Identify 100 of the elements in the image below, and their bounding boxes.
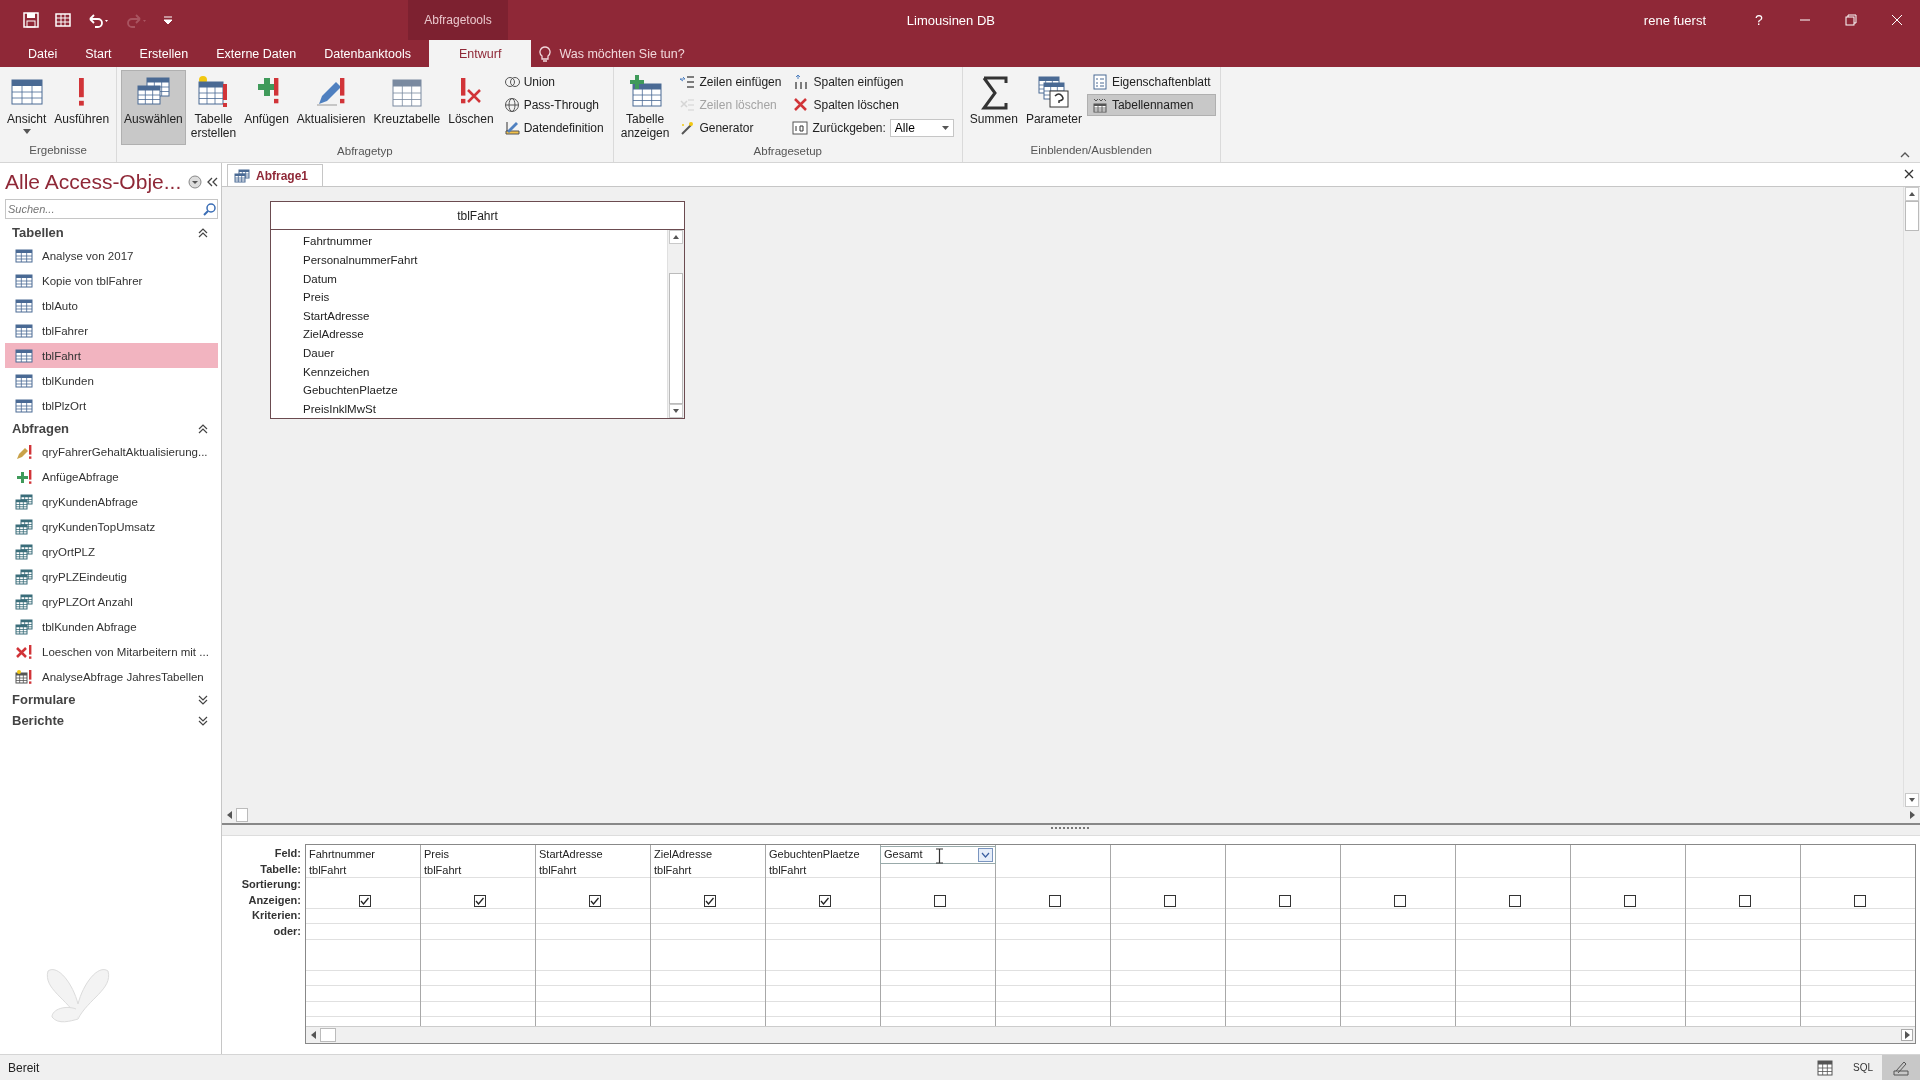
checkbox[interactable] [933,895,946,908]
nav-item[interactable]: AnalyseAbfrage JahresTabellen [5,664,218,689]
close-icon[interactable] [1904,169,1914,179]
table-icon [15,297,33,314]
checkbox[interactable] [1508,895,1521,908]
ribbon-button[interactable]: Eigenschaftenblatt [1086,71,1216,93]
scrollbar[interactable] [1903,187,1920,807]
ribbon-button[interactable]: Datendefinition [498,117,609,139]
tell-me-field[interactable]: Was möchten Sie tun? [557,45,722,62]
undo-icon[interactable] [86,11,110,29]
ribbon-tab[interactable]: Start [71,40,126,67]
ribbon-button[interactable]: Spalten einfügen [788,71,958,93]
query-icon [15,518,33,535]
group-header[interactable]: Berichte [5,710,218,731]
document-tab[interactable]: Abfrage1 [227,164,323,186]
nav-item[interactable]: qryKundenTopUmsatz [5,514,218,539]
caret-icon[interactable] [981,851,990,858]
checkbox[interactable] [1048,895,1061,908]
help-button[interactable]: ? [1736,0,1782,40]
ribbon-button[interactable]: Tabelle anzeigen [617,70,673,145]
field-name[interactable]: Kennzeichen [303,362,667,381]
ribbon-button[interactable]: Zeilen einfügen [674,71,787,93]
group-header[interactable]: Abfragen [5,418,218,439]
ribbon-tab[interactable]: Externe Daten [202,40,311,67]
ribbon-button[interactable]: Anfügen [241,70,292,145]
scrollbar[interactable] [306,1026,1915,1043]
checkbox[interactable] [818,895,831,908]
nav-item[interactable]: Analyse von 2017 [5,243,218,268]
checkbox[interactable] [1393,895,1406,908]
field-name[interactable]: GebuchtenPlaetze [303,380,667,400]
nav-item[interactable]: Kopie von tblFahrer [5,268,218,293]
ribbon-button[interactable]: Generator [674,117,787,139]
nav-item[interactable]: qryFahrerGehaltAktualisierung... [5,439,218,464]
field-name[interactable]: Preis [303,287,667,307]
field-name[interactable]: Datum [303,269,667,288]
field-name[interactable]: ZielAdresse [303,325,667,344]
checkbox[interactable] [1853,895,1866,908]
ribbon-button[interactable]: Pass-Through [498,94,609,116]
nav-item[interactable]: tblFahrer [5,318,218,343]
field-name[interactable]: Fahrtnummer [303,232,667,251]
collapse-pane-icon[interactable] [206,177,218,187]
nav-item[interactable]: tblKunden [5,368,218,393]
ribbon-button[interactable]: Tabellennamen [1086,94,1216,116]
checkbox[interactable] [588,895,601,908]
scroll-thumb[interactable] [320,1028,336,1042]
scroll-thumb[interactable] [669,272,683,404]
ribbon-button[interactable]: Ausführen [51,70,113,144]
checkbox[interactable] [473,895,486,908]
nav-item[interactable]: tblPlzOrt [5,393,218,418]
sql-view-button[interactable]: SQL [1844,1055,1882,1080]
nav-item[interactable]: Loeschen von Mitarbeitern mit ... [5,639,218,664]
checkbox[interactable] [703,895,716,908]
ribbon-button[interactable]: Auswählen [121,70,186,145]
ribbon-button[interactable]: Aktualisieren [293,70,369,145]
scroll-thumb[interactable] [1905,201,1919,231]
ribbon-tab[interactable]: Entwurf [429,40,532,67]
checkbox[interactable] [1623,895,1636,908]
field-input[interactable]: Gesamt [881,847,995,863]
table-box[interactable]: tblFahrt Fahrtnummer PersonalnummerFahrt Datum Preis StartAdresse ZielAdresse Dauer Kennzeichen GebuchtenPlaetze PreisInklMwSt [270,201,685,419]
ribbon-tab[interactable]: Erstellen [125,40,203,67]
ribbon-button[interactable]: Kreuztabelle [370,70,444,145]
restore-icon[interactable] [1845,14,1857,26]
ribbon-button[interactable]: Summen [966,70,1021,144]
group-header[interactable]: Formulare [5,689,218,710]
ribbon-button[interactable]: Parameter [1022,70,1085,144]
scroll-thumb[interactable] [236,808,248,822]
nav-item[interactable]: tblFahrt [5,343,218,368]
nav-item[interactable]: qryKundenAbfrage [5,489,218,514]
collapse-icon[interactable] [1900,152,1910,158]
return-dropdown[interactable]: Alle [889,119,954,137]
nav-item[interactable]: tblKunden Abfrage [5,614,218,639]
field-name[interactable]: PreisInklMwSt [303,399,667,418]
nav-item[interactable]: qryOrtPLZ [5,539,218,564]
ribbon-button[interactable]: Tabelle erstellen [187,70,240,145]
nav-item[interactable]: qryPLZOrt Anzahl [5,589,218,614]
nav-item[interactable]: tblAuto [5,293,218,318]
nav-item[interactable]: AnfügeAbfrage [5,464,218,489]
checkbox[interactable] [1738,895,1751,908]
table-icon[interactable] [54,11,72,29]
save-icon[interactable] [22,11,40,29]
ribbon-button[interactable]: Union [498,71,609,93]
ribbon-button[interactable]: Löschen [445,70,497,145]
pane-title[interactable]: Alle Access-Obje... [5,170,184,194]
field-name[interactable]: StartAdresse [303,306,667,326]
search-field[interactable]: Suchen... [5,199,218,219]
ribbon-tab[interactable]: Datei [14,40,72,67]
ribbon-button[interactable]: Spalten löschen [788,94,958,116]
splitter-grip-icon[interactable] [1051,825,1091,831]
checkbox[interactable] [1278,895,1291,908]
parameter-icon [1035,74,1072,110]
checkbox[interactable] [358,895,371,908]
field-name[interactable]: PersonalnummerFahrt [303,250,667,270]
checkbox[interactable] [1163,895,1176,908]
ribbon-tab[interactable]: Datenbanktools [310,40,426,67]
ribbon-button[interactable]: Ansicht [4,70,50,144]
scrollbar[interactable] [667,230,684,418]
nav-item[interactable]: qryPLZEindeutig [5,564,218,589]
dropdown-icon[interactable] [188,175,202,189]
field-name[interactable]: Dauer [303,343,667,363]
group-header[interactable]: Tabellen [5,222,218,243]
